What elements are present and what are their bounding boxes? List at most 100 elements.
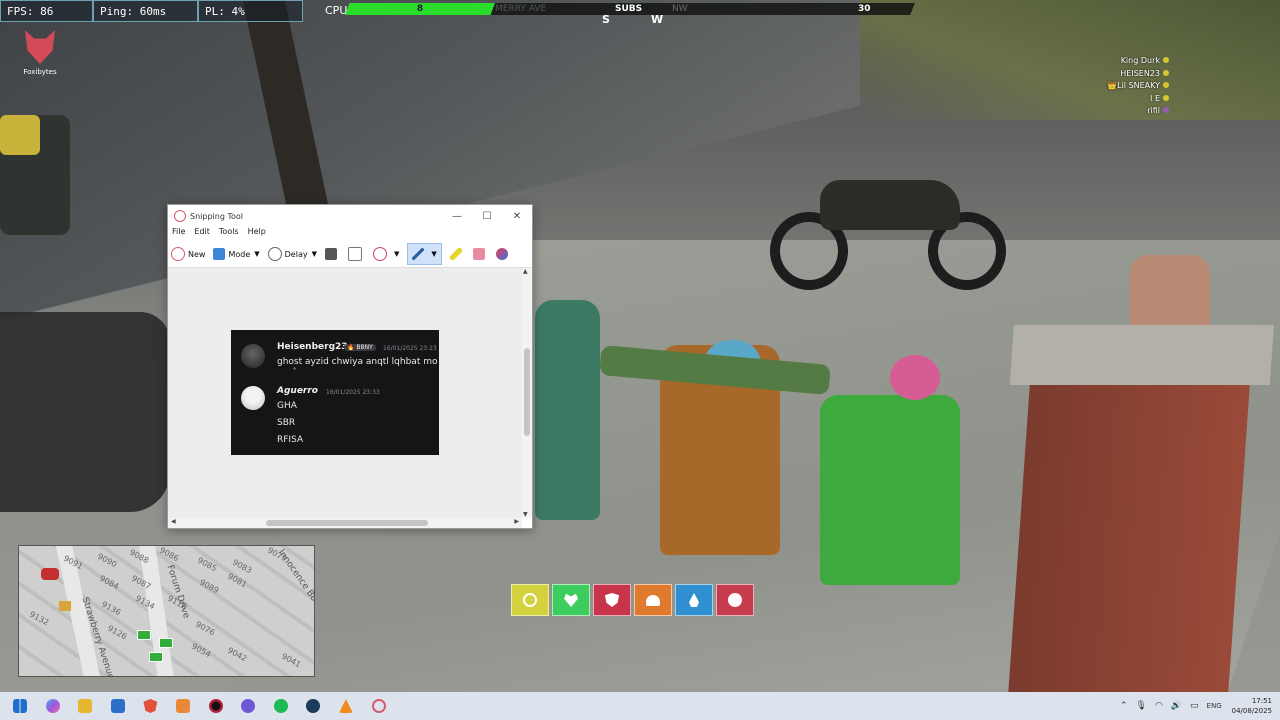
menu-bar: File Edit Tools Help xyxy=(168,227,532,241)
snipping-tool-window[interactable]: Snipping Tool — ☐ ✕ File Edit Tools Help… xyxy=(167,204,533,529)
system-tray: ⌃ 🎙 ◠ 🔊 ▭ ENG 17:51 04/08/2025 xyxy=(1116,692,1280,720)
message-timestamp: 16/01/2025 23:33 xyxy=(326,389,380,396)
microphone-icon[interactable]: 🎙 xyxy=(1136,701,1147,711)
pen-button[interactable]: ▼ xyxy=(407,243,442,265)
battery-icon[interactable]: ▭ xyxy=(1190,701,1199,711)
clock[interactable]: 17:51 04/08/2025 xyxy=(1232,696,1272,716)
menu-tools[interactable]: Tools xyxy=(219,227,239,241)
taskbar-steam[interactable] xyxy=(302,695,324,717)
taskbar-file-explorer[interactable] xyxy=(74,695,96,717)
new-button[interactable]: New xyxy=(171,247,205,261)
status-dot-icon xyxy=(1163,107,1169,113)
ping-readout: Ping: 60ms xyxy=(93,0,198,22)
horizontal-scrollbar[interactable]: ◀ ▶ xyxy=(168,518,522,528)
highlighter-button[interactable] xyxy=(449,248,465,260)
character-green-tracksuit xyxy=(820,395,960,585)
discord-chat-snippet: Heisenberg23 🔥 BBNY 16/01/2025 23:23 gho… xyxy=(231,330,439,455)
vertical-scrollbar[interactable]: ▲ ▼ xyxy=(522,268,532,518)
start-button[interactable] xyxy=(9,695,31,717)
taskbar-snipping-tool[interactable] xyxy=(368,695,390,717)
compass-nw: NW xyxy=(672,4,688,14)
taskbar-copilot[interactable] xyxy=(42,695,64,717)
save-button[interactable] xyxy=(324,248,340,260)
window-title: Snipping Tool xyxy=(190,211,243,221)
mode-button[interactable]: Mode ▼ xyxy=(213,248,260,260)
paint3d-button[interactable] xyxy=(495,248,511,260)
close-button[interactable]: ✕ xyxy=(502,211,532,222)
menu-file[interactable]: File xyxy=(172,227,185,241)
taskbar-store[interactable] xyxy=(107,695,129,717)
mode-rectangle-icon xyxy=(213,248,226,260)
eraser-button[interactable] xyxy=(472,248,488,260)
message-text: ° xyxy=(293,367,296,374)
menu-help[interactable]: Help xyxy=(248,227,266,241)
pen-icon xyxy=(412,248,425,260)
minimap[interactable]: Strawberry Avenue Forum Drive Innocence … xyxy=(18,545,315,677)
copy-button[interactable] xyxy=(347,247,365,261)
send-button[interactable]: ▼ xyxy=(372,247,400,261)
map-street-label: Forum Drive xyxy=(164,564,192,620)
taskbar-brave[interactable] xyxy=(139,695,161,717)
packet-loss-readout: PL: 4% xyxy=(198,0,303,22)
heading-value: 30 xyxy=(858,4,871,14)
windows-start-icon xyxy=(13,699,27,713)
health-slot xyxy=(552,584,590,616)
character-pink-hair xyxy=(890,355,940,400)
compass-west: W xyxy=(651,13,664,26)
windows-taskbar: ⌃ 🎙 ◠ 🔊 ▭ ENG 17:51 04/08/2025 xyxy=(0,692,1280,720)
water-drop-icon xyxy=(689,593,699,607)
scroll-up-icon[interactable]: ▲ xyxy=(523,268,528,275)
volume-icon[interactable]: 🔊 xyxy=(1171,701,1182,711)
scroll-down-icon[interactable]: ▼ xyxy=(523,511,528,518)
delay-button[interactable]: Delay ▼ xyxy=(267,247,317,261)
scroll-right-icon[interactable]: ▶ xyxy=(514,518,519,525)
armor-slot xyxy=(593,584,631,616)
spotify-icon xyxy=(273,699,288,713)
minimize-button[interactable]: — xyxy=(442,211,472,222)
status-hotbar xyxy=(511,584,757,616)
message-text: GHA xyxy=(277,401,297,411)
chat-message: Heisenberg23 🔥 BBNY 16/01/2025 23:23 gho… xyxy=(231,330,439,380)
status-dot-icon xyxy=(1163,69,1169,76)
language-indicator[interactable]: ENG xyxy=(1207,702,1222,710)
file-explorer-icon xyxy=(78,699,93,713)
menu-edit[interactable]: Edit xyxy=(194,227,210,241)
chat-message: Aguerro 16/01/2025 23:33 GHA SBR RFISA xyxy=(231,380,439,455)
app-red-black-icon xyxy=(208,699,223,713)
stamina-icon xyxy=(523,593,537,607)
chevron-down-icon: ▼ xyxy=(393,250,400,258)
snipping-tool-icon xyxy=(174,210,186,222)
clock-time: 17:51 xyxy=(1251,697,1272,705)
fox-logo-icon xyxy=(25,30,55,64)
player-entry: HEISEN23 xyxy=(1107,68,1169,81)
taskbar-spotify[interactable] xyxy=(270,695,292,717)
scissors-icon xyxy=(171,247,185,261)
health-bar: 8 xyxy=(345,3,495,15)
grass-patch xyxy=(860,0,1280,120)
chevron-down-icon: ▼ xyxy=(254,250,260,258)
wifi-icon[interactable]: ◠ xyxy=(1155,701,1163,711)
message-timestamp: 16/01/2025 23:23 xyxy=(383,345,437,352)
highlighter-icon xyxy=(449,248,462,260)
taskbar-discord[interactable] xyxy=(237,695,259,717)
taskbar-app[interactable] xyxy=(205,695,227,717)
taskbar-archive[interactable] xyxy=(172,695,194,717)
scroll-thumb[interactable] xyxy=(524,348,530,436)
maximize-button[interactable]: ☐ xyxy=(472,211,502,222)
status-dot-icon xyxy=(1163,82,1169,88)
map-address: 9081 xyxy=(226,571,249,590)
scroll-left-icon[interactable]: ◀ xyxy=(171,518,176,525)
cpu-label: CPU xyxy=(325,4,348,17)
map-address: 9136 xyxy=(100,599,123,618)
snip-canvas: Heisenberg23 🔥 BBNY 16/01/2025 23:23 gho… xyxy=(168,268,522,518)
clock-icon xyxy=(267,247,282,261)
title-bar[interactable]: Snipping Tool — ☐ ✕ xyxy=(168,205,532,227)
parked-vehicle xyxy=(0,115,70,235)
tray-chevron-icon[interactable]: ⌃ xyxy=(1120,701,1128,711)
taskbar-vlc[interactable] xyxy=(335,695,357,717)
scroll-thumb[interactable] xyxy=(266,520,428,526)
map-address: 9085 xyxy=(196,555,219,574)
map-address: 9090 xyxy=(96,551,119,570)
compass-south: S xyxy=(602,13,610,26)
map-address: 9089 xyxy=(198,577,221,596)
